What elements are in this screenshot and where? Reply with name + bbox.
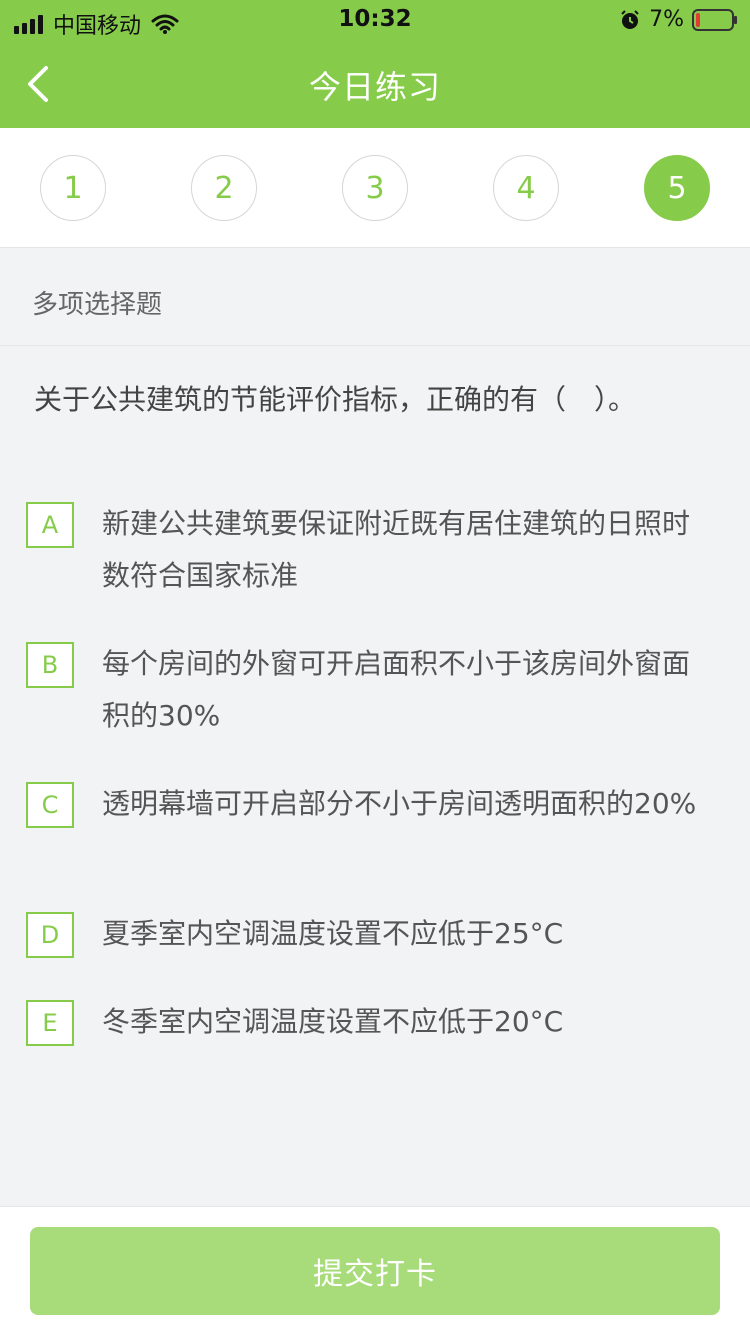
battery-percentage: 7% [649,7,684,32]
option-letter[interactable]: A [26,502,74,548]
step-1[interactable]: 1 [40,155,106,221]
step-5[interactable]: 5 [644,155,710,221]
option-letter[interactable]: D [26,912,74,958]
step-3[interactable]: 3 [342,155,408,221]
option-text[interactable]: 新建公共建筑要保证附近既有居住建筑的日照时数符合国家标准 [102,498,712,602]
step-2[interactable]: 2 [191,155,257,221]
option-text[interactable]: 透明幕墙可开启部分不小于房间透明面积的20% [102,778,712,830]
header: 中国移动 10:32 7% 今日练习 [0,0,750,128]
option-text[interactable]: 夏季室内空调温度设置不应低于25°C [102,908,712,960]
alarm-icon [621,9,639,29]
question-type-bar: 多项选择题 [0,248,750,346]
question-text: 关于公共建筑的节能评价指标，正确的有（ ）。 [34,383,637,416]
status-bar: 中国移动 10:32 7% [0,0,750,40]
option-letter[interactable]: E [26,1000,74,1046]
option-letter[interactable]: C [26,782,74,828]
bottom-bar: 提交打卡 [0,1206,750,1334]
page-title: 今日练习 [308,68,441,106]
option-letter[interactable]: B [26,642,74,688]
battery-icon [692,8,737,31]
option-text[interactable]: 冬季室内空调温度设置不应低于20°C [102,996,712,1048]
step-4[interactable]: 4 [493,155,559,221]
question-stepper: 1 2 3 4 5 [0,128,750,248]
submit-checkin-button[interactable]: 提交打卡 [30,1227,720,1315]
question-type: 多项选择题 [32,290,163,320]
option-text[interactable]: 每个房间的外窗可开启面积不小于该房间外窗面积的30% [102,638,712,742]
